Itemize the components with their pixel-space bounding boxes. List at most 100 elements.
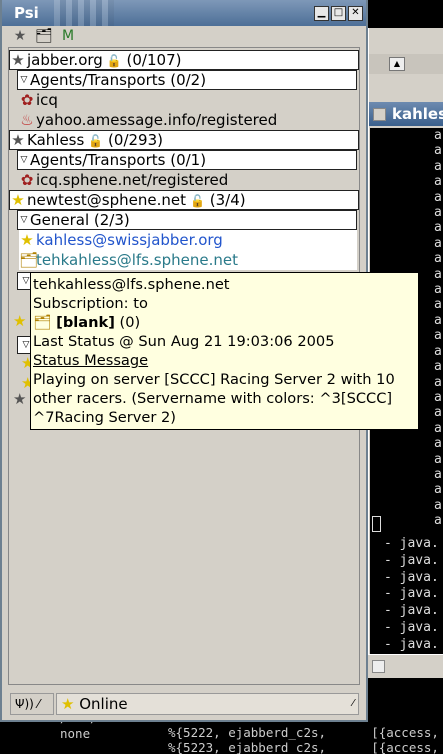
tooltip-message-line: other racers. (Servername with colors: ^…: [33, 390, 393, 407]
maximize-button[interactable]: □: [331, 6, 346, 21]
tooltip-status-heading: Status Message: [33, 352, 149, 369]
background-window-title: kahless: [392, 105, 443, 123]
close-button[interactable]: ✕: [348, 6, 363, 21]
group-row[interactable]: ▽ Agents/Transports (0/2): [17, 70, 357, 90]
terminal-line: - java.: [384, 586, 439, 602]
account-name: Kahless: [27, 131, 85, 149]
tooltip-last-status: Last Status @ Sun Aug 21 19:03:06 2005: [33, 333, 335, 350]
terminal-line: a: [434, 466, 442, 482]
tooltip-message-line: Playing on server [SCCC] Racing Server 2…: [33, 371, 395, 388]
contact-tooltip: tehkahless@lfs.sphene.net Subscription: …: [30, 272, 419, 430]
terminal-line: a: [434, 451, 442, 467]
tooltip-priority: (0): [119, 314, 141, 331]
psi-titlebar[interactable]: Psi ▁ □ ✕: [2, 0, 366, 26]
terminal-line: - java.: [384, 569, 439, 585]
status-value: Online: [79, 695, 128, 713]
terminal-lower[interactable]: - java. - java. - java. - java. - java. - jav…: [370, 536, 443, 654]
terminal-line: %{5223, ejabberd_c2s, [{access, c2: [168, 740, 443, 754]
online-star-icon: ★: [61, 695, 75, 713]
account-count: (0/107): [126, 51, 182, 69]
terminal-line: a: [434, 297, 442, 313]
account-count: (3/4): [209, 191, 246, 209]
icq-flower-icon: ✿: [20, 91, 34, 109]
terminal-line: - java.: [384, 536, 439, 551]
transport-name: icq: [36, 91, 58, 109]
tooltip-resource-line: 🗂 [blank] (0): [33, 313, 416, 332]
terminal-line: - java.: [384, 636, 439, 652]
background-window-titlebar[interactable]: kahless: [369, 102, 443, 126]
terminal-line: a: [434, 312, 442, 328]
terminal-line: a: [434, 158, 442, 174]
psi-menu-button[interactable]: Ψ)) ⁄: [10, 693, 54, 715]
terminal-cursor: [372, 516, 381, 532]
mail-icon[interactable]: M: [58, 27, 78, 45]
contacts-icon[interactable]: 🗂: [34, 27, 54, 45]
contact-name: kahless@swissjabber.org: [36, 231, 223, 249]
tooltip-jid: tehkahless@lfs.sphene.net: [33, 276, 230, 293]
terminal-line: a: [434, 282, 442, 298]
lock-icon: 🔓: [190, 194, 205, 208]
transport-row[interactable]: ✿ icq.sphene.net/registered: [19, 170, 369, 190]
lock-icon: 🔓: [106, 54, 122, 68]
terminal-line: none: [60, 725, 91, 741]
account-row[interactable]: ★ Kahless 🔓 (0/293): [9, 130, 359, 150]
transport-name: yahoo.amessage.info/registered: [36, 111, 278, 129]
yahoo-icon: ♨: [20, 111, 34, 129]
psi-toolbar: ★ 🗂 M: [8, 26, 360, 46]
icq-flower-icon: ✿: [20, 171, 34, 189]
account-count: (0/293): [108, 131, 163, 149]
terminal-line: - java.: [384, 552, 439, 568]
terminal-line: a: [434, 189, 442, 205]
status-selector[interactable]: ★ Online ⁄: [56, 693, 359, 715]
terminal-line: a: [434, 359, 442, 375]
terminal-line: a: [434, 497, 442, 513]
account-row[interactable]: ★ jabber.org 🔓 (0/107): [9, 50, 359, 70]
background-window-2[interactable]: [368, 654, 443, 679]
contact-row[interactable]: ★ kahless@swissjabber.org: [19, 230, 357, 250]
terminal-line: a: [434, 420, 442, 436]
terminal-line: a: [434, 205, 442, 221]
tooltip-resource: [blank]: [56, 314, 115, 331]
terminal-line: %{5222, ejabberd_c2s, [{access, c2s: [168, 724, 443, 740]
star-icon[interactable]: ★: [10, 27, 30, 45]
terminal-line: a: [434, 174, 442, 190]
expand-triangle-icon[interactable]: ▽: [18, 211, 30, 229]
terminal-line: - java.: [384, 603, 439, 619]
terminal-line: a: [434, 235, 442, 251]
terminal-line: a: [434, 436, 442, 452]
background-toolbar: ▲: [369, 54, 443, 74]
group-name: General (2/3): [30, 211, 130, 229]
away-icon: 🗂: [19, 251, 39, 269]
terminal-line: a: [434, 328, 442, 344]
terminal-line: a: [434, 374, 442, 390]
lock-icon: 🔓: [88, 134, 104, 148]
terminal-line: a: [434, 513, 442, 529]
offline-star-icon: ★: [11, 131, 25, 149]
account-name: jabber.org: [27, 51, 103, 69]
minimize-button[interactable]: ▁: [314, 6, 329, 21]
group-name: Agents/Transports (0/1): [30, 151, 207, 169]
terminal-line: a: [434, 389, 442, 405]
expand-triangle-icon[interactable]: ▽: [18, 71, 30, 89]
contact-row[interactable]: 🗂tehkahless@lfs.sphene.net: [19, 250, 357, 270]
tooltip-message-line: ^7Racing Server 2): [33, 409, 176, 426]
window-menu-icon[interactable]: [373, 108, 386, 121]
terminal-line: a: [434, 220, 442, 236]
account-row[interactable]: ★ newtest@sphene.net 🔓 (3/4): [9, 190, 359, 210]
terminal-line: a: [434, 266, 442, 282]
group-row[interactable]: ▽ General (2/3): [17, 210, 357, 230]
terminal-line: a: [434, 143, 442, 159]
transport-row[interactable]: ✿ icq: [19, 90, 369, 110]
transport-row[interactable]: ♨ yahoo.amessage.info/registered: [19, 110, 369, 130]
group-name: Agents/Transports (0/2): [30, 71, 207, 89]
online-star-icon: ★: [11, 191, 25, 209]
transport-name: icq.sphene.net/registered: [36, 171, 229, 189]
scroll-up-button[interactable]: ▲: [389, 57, 405, 71]
expand-triangle-icon[interactable]: ▽: [18, 151, 30, 169]
tooltip-subscription: Subscription: to: [33, 295, 148, 312]
online-star-icon: ★: [20, 231, 34, 249]
terminal-line: a: [434, 482, 442, 498]
titlebar-decoration: [54, 0, 114, 26]
window-menu-icon[interactable]: [372, 660, 385, 673]
group-row[interactable]: ▽ Agents/Transports (0/1): [17, 150, 357, 170]
